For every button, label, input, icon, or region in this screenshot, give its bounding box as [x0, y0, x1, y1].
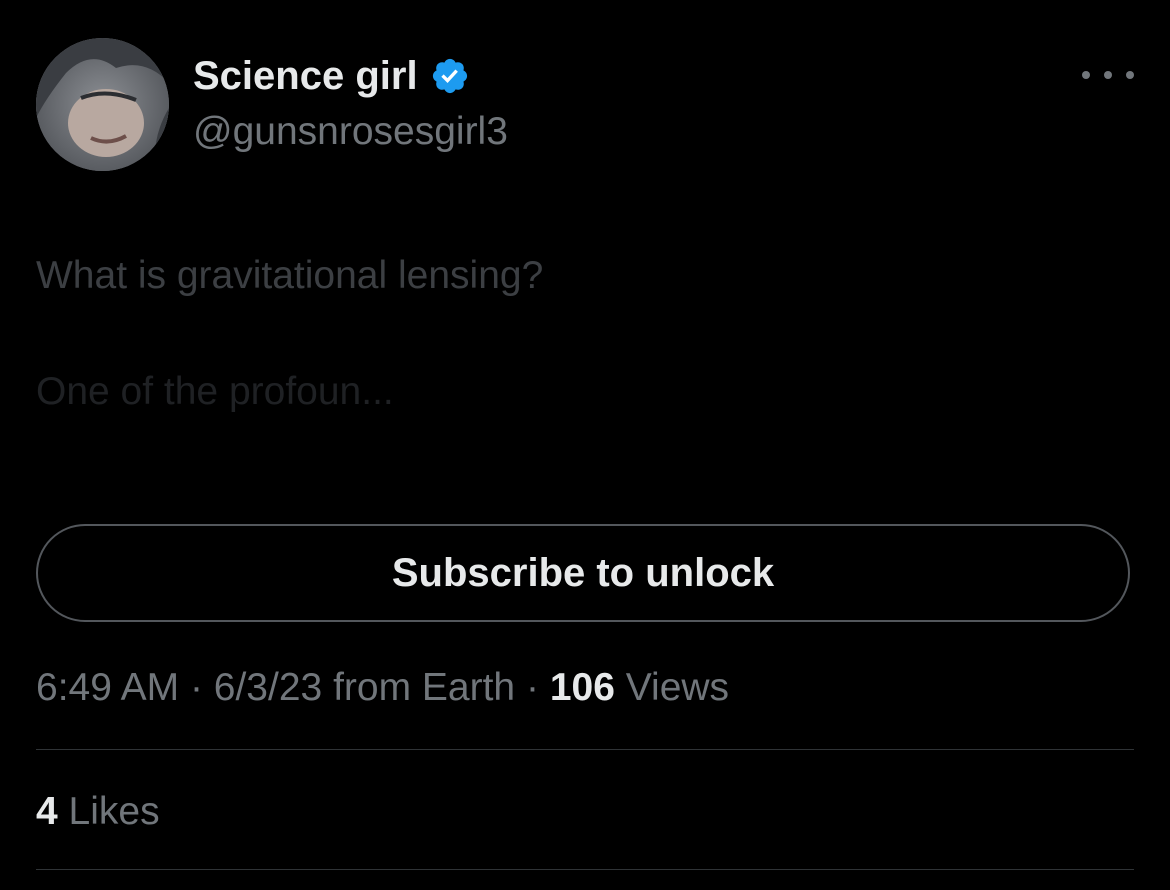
tweet-metadata: 6:49 AM · 6/3/23 from Earth · 106 Views — [36, 662, 729, 714]
author-name[interactable]: Science girl — [193, 52, 470, 100]
divider — [36, 749, 1134, 750]
likes-count: 4 — [36, 790, 58, 833]
meta-separator: · — [189, 666, 203, 709]
source-location: Earth — [421, 666, 516, 709]
avatar[interactable] — [36, 38, 169, 171]
more-horizontal-icon — [1126, 71, 1134, 79]
views-label: Views — [625, 666, 730, 709]
tweet-text: What is gravitational lensing? — [36, 254, 544, 297]
timestamp-time[interactable]: 6:49 AM — [36, 666, 179, 709]
more-horizontal-icon — [1082, 71, 1090, 79]
verified-badge-icon[interactable] — [430, 56, 470, 96]
more-options-button[interactable] — [1082, 58, 1134, 92]
from-prefix: from — [333, 666, 412, 709]
tweet-teaser: One of the profoun... — [36, 370, 394, 413]
meta-separator: · — [525, 666, 539, 709]
author-name-text[interactable]: Science girl — [193, 52, 418, 100]
more-horizontal-icon — [1104, 71, 1112, 79]
likes-label: Likes — [68, 790, 160, 833]
subscribe-to-unlock-button[interactable]: Subscribe to unlock — [36, 524, 1130, 622]
tweet-detail: Science girl @gunsnrosesgirl3 What is gr… — [0, 0, 1170, 890]
views-count: 106 — [549, 666, 615, 709]
likes-link[interactable]: 4 Likes — [36, 786, 160, 838]
divider — [36, 869, 1134, 870]
avatar-image — [36, 38, 169, 171]
timestamp-date[interactable]: 6/3/23 — [214, 666, 322, 709]
author-handle[interactable]: @gunsnrosesgirl3 — [193, 108, 508, 156]
